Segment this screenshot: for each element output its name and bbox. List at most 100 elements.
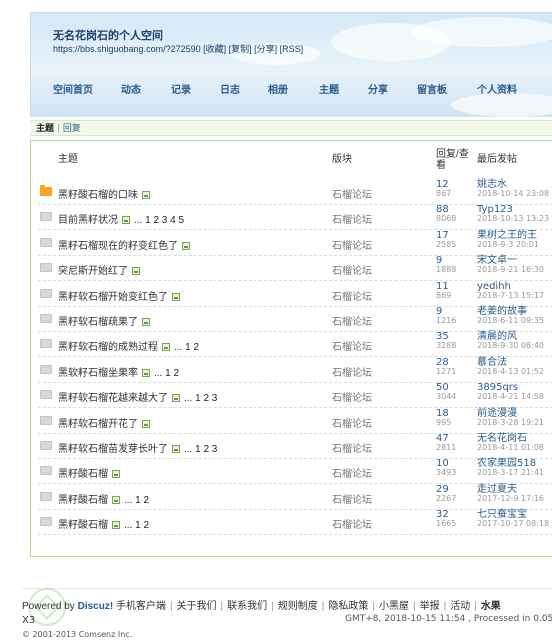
reply-count[interactable]: 9: [436, 256, 456, 266]
last-post-user[interactable]: 果树之王的王: [477, 230, 539, 240]
last-post-user[interactable]: yedihh: [477, 281, 544, 291]
forum-link[interactable]: 石榴论坛: [332, 211, 372, 226]
nav-item-profile[interactable]: 个人资料: [477, 81, 517, 96]
nav-item-records[interactable]: 记录: [171, 81, 191, 96]
nav-item-topics[interactable]: 主题: [319, 81, 339, 96]
nav-item-guestbook[interactable]: 留言板: [417, 81, 447, 96]
nav-item-feed[interactable]: 动态: [121, 81, 141, 96]
forum-link[interactable]: 石榴论坛: [332, 440, 372, 455]
forum-link[interactable]: 石榴论坛: [332, 186, 372, 201]
last-post-user[interactable]: 姚志水: [477, 180, 549, 190]
page-links[interactable]: ... 1 2: [174, 342, 199, 353]
reply-count[interactable]: 28: [436, 357, 456, 367]
last-post-user[interactable]: 3895qrs: [477, 383, 544, 393]
thread-title-link[interactable]: 黑籽石榴现在的籽变红色了: [58, 241, 178, 252]
space-url-line[interactable]: https://bbs.shiguobang.com/?272590 [收藏] …: [53, 42, 303, 55]
last-post-user[interactable]: 前途漫漫: [477, 408, 544, 418]
last-post-time[interactable]: 2018-4-13 01:52: [477, 367, 544, 376]
last-post-user[interactable]: 走过夏天: [477, 484, 544, 494]
thread-title-link[interactable]: 黑籽软石榴开始变红色了: [58, 292, 168, 303]
thread-title-link[interactable]: 黑籽软石榴花越来越大了: [58, 393, 168, 404]
forum-link[interactable]: 石榴论坛: [332, 364, 372, 379]
forum-link[interactable]: 石榴论坛: [332, 465, 372, 480]
page-links[interactable]: ... 1 2 3: [184, 444, 217, 455]
thread-title-link[interactable]: 黑籽酸石榴: [58, 520, 108, 531]
last-post-user[interactable]: 慕合法: [477, 357, 544, 367]
footer-link[interactable]: 手机客户端: [116, 601, 166, 612]
reply-count[interactable]: 50: [436, 383, 456, 393]
forum-link[interactable]: 石榴论坛: [332, 516, 372, 531]
thread-title-link[interactable]: 黑籽酸石榴的口味: [58, 190, 138, 201]
thread-title-link[interactable]: 黑籽软石榴开花了: [58, 419, 138, 430]
last-post-time[interactable]: 2018-10-13 13:23: [477, 214, 549, 223]
last-post-time[interactable]: 2018-3-17 21:41: [477, 468, 544, 477]
footer-link[interactable]: 活动: [450, 601, 470, 612]
forum-link[interactable]: 石榴论坛: [332, 288, 372, 303]
footer-link[interactable]: 规则制度: [278, 601, 318, 612]
space-title[interactable]: 无名花岗石的个人空间: [53, 27, 163, 43]
reply-count[interactable]: 17: [436, 230, 456, 240]
page-links[interactable]: ... 1 2: [124, 520, 149, 531]
last-post-user[interactable]: 老姜的故事: [477, 307, 544, 317]
last-post-time[interactable]: 2018-3-28 19:21: [477, 418, 544, 427]
nav-item-album[interactable]: 相册: [268, 81, 288, 96]
reply-count[interactable]: 32: [436, 510, 456, 520]
page-links[interactable]: ... 1 2 3: [184, 393, 217, 404]
footer-link[interactable]: 举报: [420, 601, 440, 612]
footer-link[interactable]: 水果: [481, 601, 501, 612]
footer-link[interactable]: 隐私政策: [328, 601, 368, 612]
last-post-time[interactable]: 2018-10-14 23:08: [477, 189, 549, 198]
reply-count[interactable]: 47: [436, 434, 456, 444]
thread-title-link[interactable]: 黑籽软石榴疏果了: [58, 317, 138, 328]
thread-title-link[interactable]: 黑软籽石榴坐果率: [58, 368, 138, 379]
forum-link[interactable]: 石榴论坛: [332, 389, 372, 404]
forum-link[interactable]: 石榴论坛: [332, 313, 372, 328]
last-post-user[interactable]: 无名花岗石: [477, 434, 544, 444]
last-post-time[interactable]: 2017-10-17 08:18: [477, 519, 549, 528]
last-post-time[interactable]: 2018-4-21 14:58: [477, 392, 544, 401]
last-post-user[interactable]: 七只蚕宝宝: [477, 510, 549, 520]
last-post-time[interactable]: 2018-9-21 16:30: [477, 265, 544, 274]
tab-replies[interactable]: 回复: [63, 124, 81, 134]
thread-title-link[interactable]: 目前黑籽状况: [58, 215, 118, 226]
last-post-user[interactable]: 清晨的风: [477, 332, 544, 342]
forum-link[interactable]: 石榴论坛: [332, 491, 372, 506]
last-post-time[interactable]: 2018-6-11 09:35: [477, 316, 544, 325]
reply-count[interactable]: 11: [436, 281, 451, 291]
thread-title-link[interactable]: 黑籽酸石榴: [58, 469, 108, 480]
discuz-link[interactable]: Discuz!: [78, 601, 114, 612]
reply-count[interactable]: 10: [436, 459, 456, 469]
reply-count[interactable]: 35: [436, 332, 456, 342]
last-post-time[interactable]: 2018-4-11 01:08: [477, 443, 544, 452]
nav-item-blog[interactable]: 日志: [220, 81, 240, 96]
page-links[interactable]: ... 1 2: [154, 368, 179, 379]
forum-link[interactable]: 石榴论坛: [332, 338, 372, 353]
reply-count[interactable]: 12: [436, 180, 451, 190]
last-post-time[interactable]: 2018-9-3 20:01: [477, 240, 539, 249]
forum-link[interactable]: 石榴论坛: [332, 415, 372, 430]
page-links[interactable]: ... 1 2 3 4 5: [134, 215, 184, 226]
reply-count[interactable]: 9: [436, 307, 456, 317]
forum-link[interactable]: 石榴论坛: [332, 262, 372, 277]
thread-title-link[interactable]: 黑籽酸石榴: [58, 495, 108, 506]
thread-title-link[interactable]: 突尼斯开始红了: [58, 266, 128, 277]
reply-count[interactable]: 29: [436, 484, 456, 494]
nav-item-share[interactable]: 分享: [368, 81, 388, 96]
footer-link[interactable]: 联系我们: [227, 601, 267, 612]
tab-topics[interactable]: 主题: [36, 124, 54, 134]
last-post-time[interactable]: 2017-12-9 17:16: [477, 494, 544, 503]
footer-link[interactable]: 小黑屋: [379, 601, 409, 612]
last-post-time[interactable]: 2018-7-13 15:17: [477, 291, 544, 300]
last-post-time[interactable]: 2018-9-30 08:40: [477, 341, 544, 350]
reply-count[interactable]: 88: [436, 205, 456, 215]
thread-title-link[interactable]: 黑籽软石榴的成熟过程: [58, 342, 158, 353]
thread-title-link[interactable]: 黑籽软石榴苗发芽长叶了: [58, 444, 168, 455]
forum-link[interactable]: 石榴论坛: [332, 237, 372, 252]
reply-count[interactable]: 18: [436, 408, 451, 418]
last-post-user[interactable]: Typ123: [477, 205, 549, 215]
nav-item-home[interactable]: 空间首页: [53, 81, 93, 96]
last-post-user[interactable]: 农家果园518: [477, 459, 544, 469]
footer-link[interactable]: 关于我们: [177, 601, 217, 612]
page-links[interactable]: ... 1 2: [124, 495, 149, 506]
last-post-user[interactable]: 宋文卓一: [477, 256, 544, 266]
